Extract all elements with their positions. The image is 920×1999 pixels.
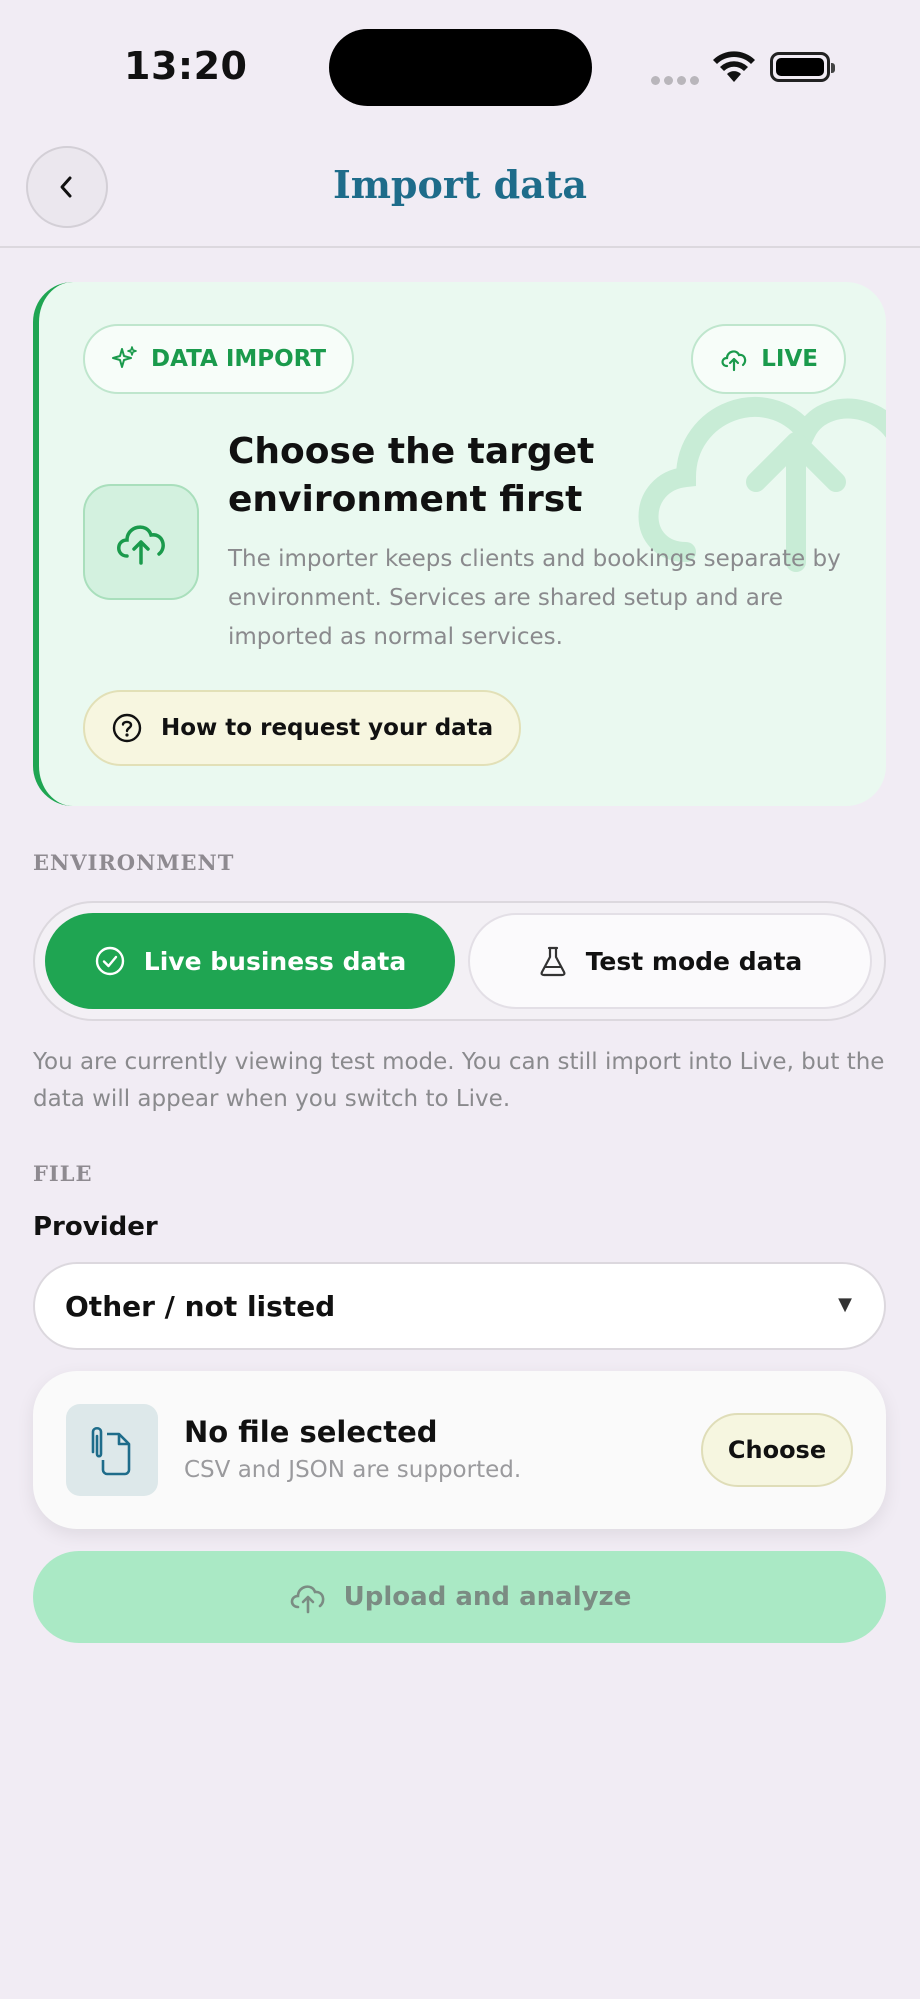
provider-select-value: Other / not listed	[65, 1289, 336, 1323]
hero-title: Choose the target environment first	[228, 431, 595, 520]
test-mode-data-option[interactable]: Test mode data	[468, 913, 872, 1009]
question-circle-icon	[112, 713, 142, 743]
test-mode-data-label: Test mode data	[585, 946, 803, 976]
live-business-data-option[interactable]: Live business data	[45, 913, 455, 1009]
battery-icon	[770, 52, 835, 82]
cloud-upload-icon	[721, 350, 747, 372]
data-import-chip-label: DATA IMPORT	[151, 346, 327, 372]
cloud-upload-icon	[117, 525, 165, 565]
request-data-button-label: How to request your data	[161, 715, 494, 741]
choose-file-button[interactable]: Choose	[701, 1413, 853, 1487]
live-business-data-label: Live business data	[143, 946, 407, 976]
environment-segmented-control: Live business data Test mode data	[33, 901, 886, 1021]
provider-label: Provider	[33, 1212, 158, 1242]
sparkles-icon	[112, 346, 137, 368]
upload-analyze-button[interactable]: Upload and analyze	[33, 1551, 886, 1643]
dynamic-island	[329, 29, 592, 106]
wifi-icon	[712, 50, 756, 88]
hero-description: The importer keeps clients and bookings …	[228, 546, 841, 650]
file-section-label: FILE	[33, 1161, 93, 1186]
signal-icon	[651, 70, 703, 89]
hero-upload-icon-box	[83, 484, 199, 600]
cloud-upload-icon	[290, 1585, 325, 1614]
file-picker-card: No file selected CSV and JSON are suppor…	[33, 1371, 886, 1529]
caret-down-icon: ▼	[838, 1294, 852, 1315]
environment-section-label: ENVIRONMENT	[33, 850, 235, 875]
page-title: Import data	[332, 162, 588, 207]
file-attachment-icon	[91, 1426, 131, 1476]
status-bar: 13:20	[0, 0, 920, 130]
check-circle-icon	[95, 946, 124, 976]
live-chip-label: LIVE	[761, 346, 818, 372]
request-data-button[interactable]: How to request your data	[83, 690, 522, 766]
live-chip: LIVE	[691, 324, 846, 394]
provider-select[interactable]: Other / not listed ▼	[33, 1262, 886, 1350]
top-bar: Import data	[0, 130, 920, 248]
file-subtitle: CSV and JSON are supported.	[184, 1457, 522, 1483]
status-time: 13:20	[124, 44, 248, 88]
upload-analyze-button-label: Upload and analyze	[343, 1582, 632, 1612]
file-attachment-icon-box	[66, 1404, 158, 1496]
file-title: No file selected	[184, 1415, 438, 1449]
flask-icon	[540, 946, 566, 977]
import-hero-card: DATA IMPORT LIVE Choose the target envir…	[33, 282, 886, 806]
environment-note: You are currently viewing test mode. You…	[33, 1049, 885, 1112]
data-import-chip: DATA IMPORT	[83, 324, 355, 394]
